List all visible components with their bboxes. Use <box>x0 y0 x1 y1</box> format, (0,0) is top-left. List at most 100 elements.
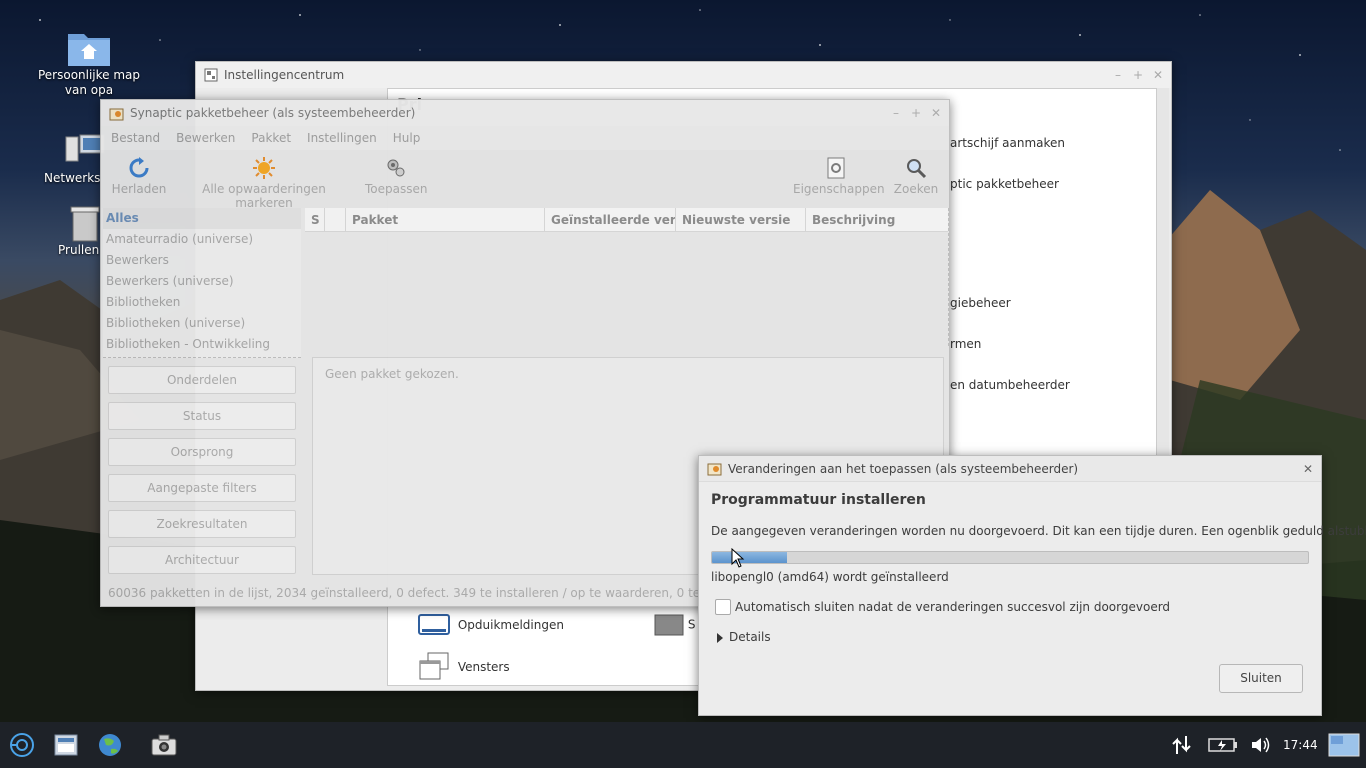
clock[interactable]: 17:44 <box>1283 722 1318 768</box>
desktop-icon-label: Netwerks <box>44 171 101 185</box>
file-manager-launcher[interactable] <box>48 722 84 768</box>
minimize-icon[interactable]: – <box>891 106 901 120</box>
filter-list: Alles Amateurradio (universe) Bewerkers … <box>103 208 301 358</box>
settings-item[interactable]: ptic pakketbeheer <box>950 177 1059 191</box>
column-header-description[interactable]: Beschrijving <box>806 208 948 231</box>
notifications-icon <box>418 614 450 635</box>
dialog-heading: Programmatuur installeren <box>711 492 926 508</box>
start-menu-button[interactable] <box>4 722 40 768</box>
reload-button[interactable]: Herladen <box>111 154 167 196</box>
no-package-text: Geen pakket gekozen. <box>325 367 459 381</box>
menu-instellingen[interactable]: Instellingen <box>299 131 385 145</box>
settings-app-icon <box>204 68 218 82</box>
synaptic-menubar: Bestand Bewerken Pakket Instellingen Hul… <box>101 126 949 150</box>
menu-hulp[interactable]: Hulp <box>385 131 429 145</box>
settings-center-title: Instellingencentrum <box>224 68 345 82</box>
properties-button[interactable]: Eigenschappen <box>793 154 885 196</box>
settings-item[interactable]: artschijf aanmaken <box>950 136 1065 150</box>
settings-item[interactable]: en datumbeheerder <box>950 378 1070 392</box>
menu-bewerken[interactable]: Bewerken <box>168 131 243 145</box>
menu-bestand[interactable]: Bestand <box>103 131 168 145</box>
settings-item-label: Opduikmeldingen <box>457 617 564 632</box>
autoclose-checkbox[interactable] <box>715 599 731 615</box>
properties-label: Eigenschappen <box>793 182 885 196</box>
custom-filters-button[interactable]: Aangepaste filters <box>108 474 296 502</box>
properties-icon <box>827 157 845 179</box>
package-table-header: S Pakket Geïnstalleerde versie Nieuwste … <box>305 208 948 232</box>
architecture-button[interactable]: Architectuur <box>108 546 296 574</box>
mouse-cursor-icon <box>731 548 745 568</box>
synaptic-app-icon <box>109 108 124 120</box>
column-header-latest-version[interactable]: Nieuwste versie <box>676 208 806 231</box>
close-icon[interactable]: ✕ <box>1153 68 1163 82</box>
windows-icon <box>419 652 449 680</box>
package-table: S Pakket Geïnstalleerde versie Nieuwste … <box>305 208 949 346</box>
maximize-icon[interactable]: + <box>1133 68 1143 82</box>
desktop-icon-network[interactable]: Netwerks <box>44 133 105 186</box>
desktop-icon-label: Prullen <box>58 243 100 257</box>
synaptic-title: Synaptic pakketbeheer (als systeembeheer… <box>130 106 416 120</box>
menu-pakket[interactable]: Pakket <box>243 131 299 145</box>
battery-indicator[interactable] <box>1206 722 1240 768</box>
close-icon[interactable]: ✕ <box>1303 462 1313 476</box>
maximize-icon[interactable]: + <box>911 106 921 120</box>
settings-item-label: S <box>687 617 696 632</box>
origin-button[interactable]: Oorsprong <box>108 438 296 466</box>
desktop-icon-trash[interactable]: Prullen <box>58 203 103 258</box>
apply-label: Toepassen <box>365 182 428 196</box>
apply-button[interactable]: Toepassen <box>365 154 427 196</box>
autoclose-label[interactable]: Automatisch sluiten nadat de verandering… <box>735 600 1170 614</box>
show-desktop-button[interactable] <box>1326 722 1362 768</box>
synaptic-app-icon <box>707 463 722 476</box>
install-status-text: libopengl0 (amd64) wordt geïnstalleerd <box>711 570 949 584</box>
status-button[interactable]: Status <box>108 402 296 430</box>
settings-item-windows[interactable]: Vensters <box>418 651 510 683</box>
sections-button[interactable]: Onderdelen <box>108 366 296 394</box>
settings-item-partial[interactable]: S <box>654 613 695 637</box>
synaptic-titlebar[interactable]: Synaptic pakketbeheer (als systeembeheer… <box>101 100 949 126</box>
desktop-icon-home[interactable]: Persoonlijke map van opa <box>30 28 148 98</box>
filter-item[interactable]: Bewerkers <box>103 250 301 271</box>
apply-changes-dialog: Veranderingen aan het toepassen (als sys… <box>698 455 1366 716</box>
search-results-button[interactable]: Zoekresultaten <box>108 510 296 538</box>
column-header-support[interactable] <box>325 208 346 231</box>
dialog-titlebar[interactable]: Veranderingen aan het toepassen (als sys… <box>699 456 1321 482</box>
settings-item[interactable]: giebeheer <box>950 296 1011 310</box>
filter-item[interactable]: Bibliotheken (universe) <box>103 313 301 334</box>
search-button[interactable]: Zoeken <box>893 154 939 196</box>
column-header-package[interactable]: Pakket <box>346 208 545 231</box>
column-header-installed-version[interactable]: Geïnstalleerde versie <box>545 208 676 231</box>
dialog-text: De aangegeven veranderingen worden nu do… <box>711 524 1366 538</box>
column-header-status[interactable]: S <box>305 208 325 231</box>
filter-item-alles[interactable]: Alles <box>103 208 301 229</box>
expand-triangle-icon <box>717 632 723 643</box>
screenshot-launcher[interactable] <box>146 722 182 768</box>
taskbar: 17:44 <box>0 722 1366 768</box>
desktop-icon-label: Persoonlijke map van opa <box>37 68 141 97</box>
network-indicator[interactable] <box>1168 722 1196 768</box>
close-icon[interactable]: ✕ <box>931 106 941 120</box>
settings-item-notifications[interactable]: Opduikmeldingen <box>418 613 564 637</box>
volume-indicator[interactable] <box>1248 722 1274 768</box>
mark-all-upgrades-button[interactable]: Alle opwaarderingen markeren <box>181 154 347 210</box>
dialog-title: Veranderingen aan het toepassen (als sys… <box>728 461 1079 476</box>
minimize-icon[interactable]: – <box>1113 68 1123 82</box>
filter-item[interactable]: Bibliotheken - Ontwikkeling <box>103 334 301 355</box>
mark-all-label: Alle opwaarderingen markeren <box>202 182 326 210</box>
install-progress-bar <box>711 551 1309 564</box>
camera-icon <box>151 734 177 756</box>
settings-item-label: Vensters <box>457 659 510 674</box>
trash-icon <box>70 206 100 242</box>
web-browser-launcher[interactable] <box>92 722 128 768</box>
settings-center-titlebar[interactable]: Instellingencentrum – + ✕ <box>196 62 1171 88</box>
close-button[interactable]: Sluiten <box>1219 664 1303 693</box>
home-folder-icon <box>68 34 110 66</box>
settings-item[interactable]: rmen <box>950 337 981 351</box>
reload-label: Herladen <box>111 182 167 196</box>
file-manager-icon <box>54 734 78 756</box>
details-label: Details <box>729 630 771 644</box>
filter-item[interactable]: Amateurradio (universe) <box>103 229 301 250</box>
filter-item[interactable]: Bibliotheken <box>103 292 301 313</box>
details-expander[interactable]: Details <box>717 630 771 644</box>
filter-item[interactable]: Bewerkers (universe) <box>103 271 301 292</box>
